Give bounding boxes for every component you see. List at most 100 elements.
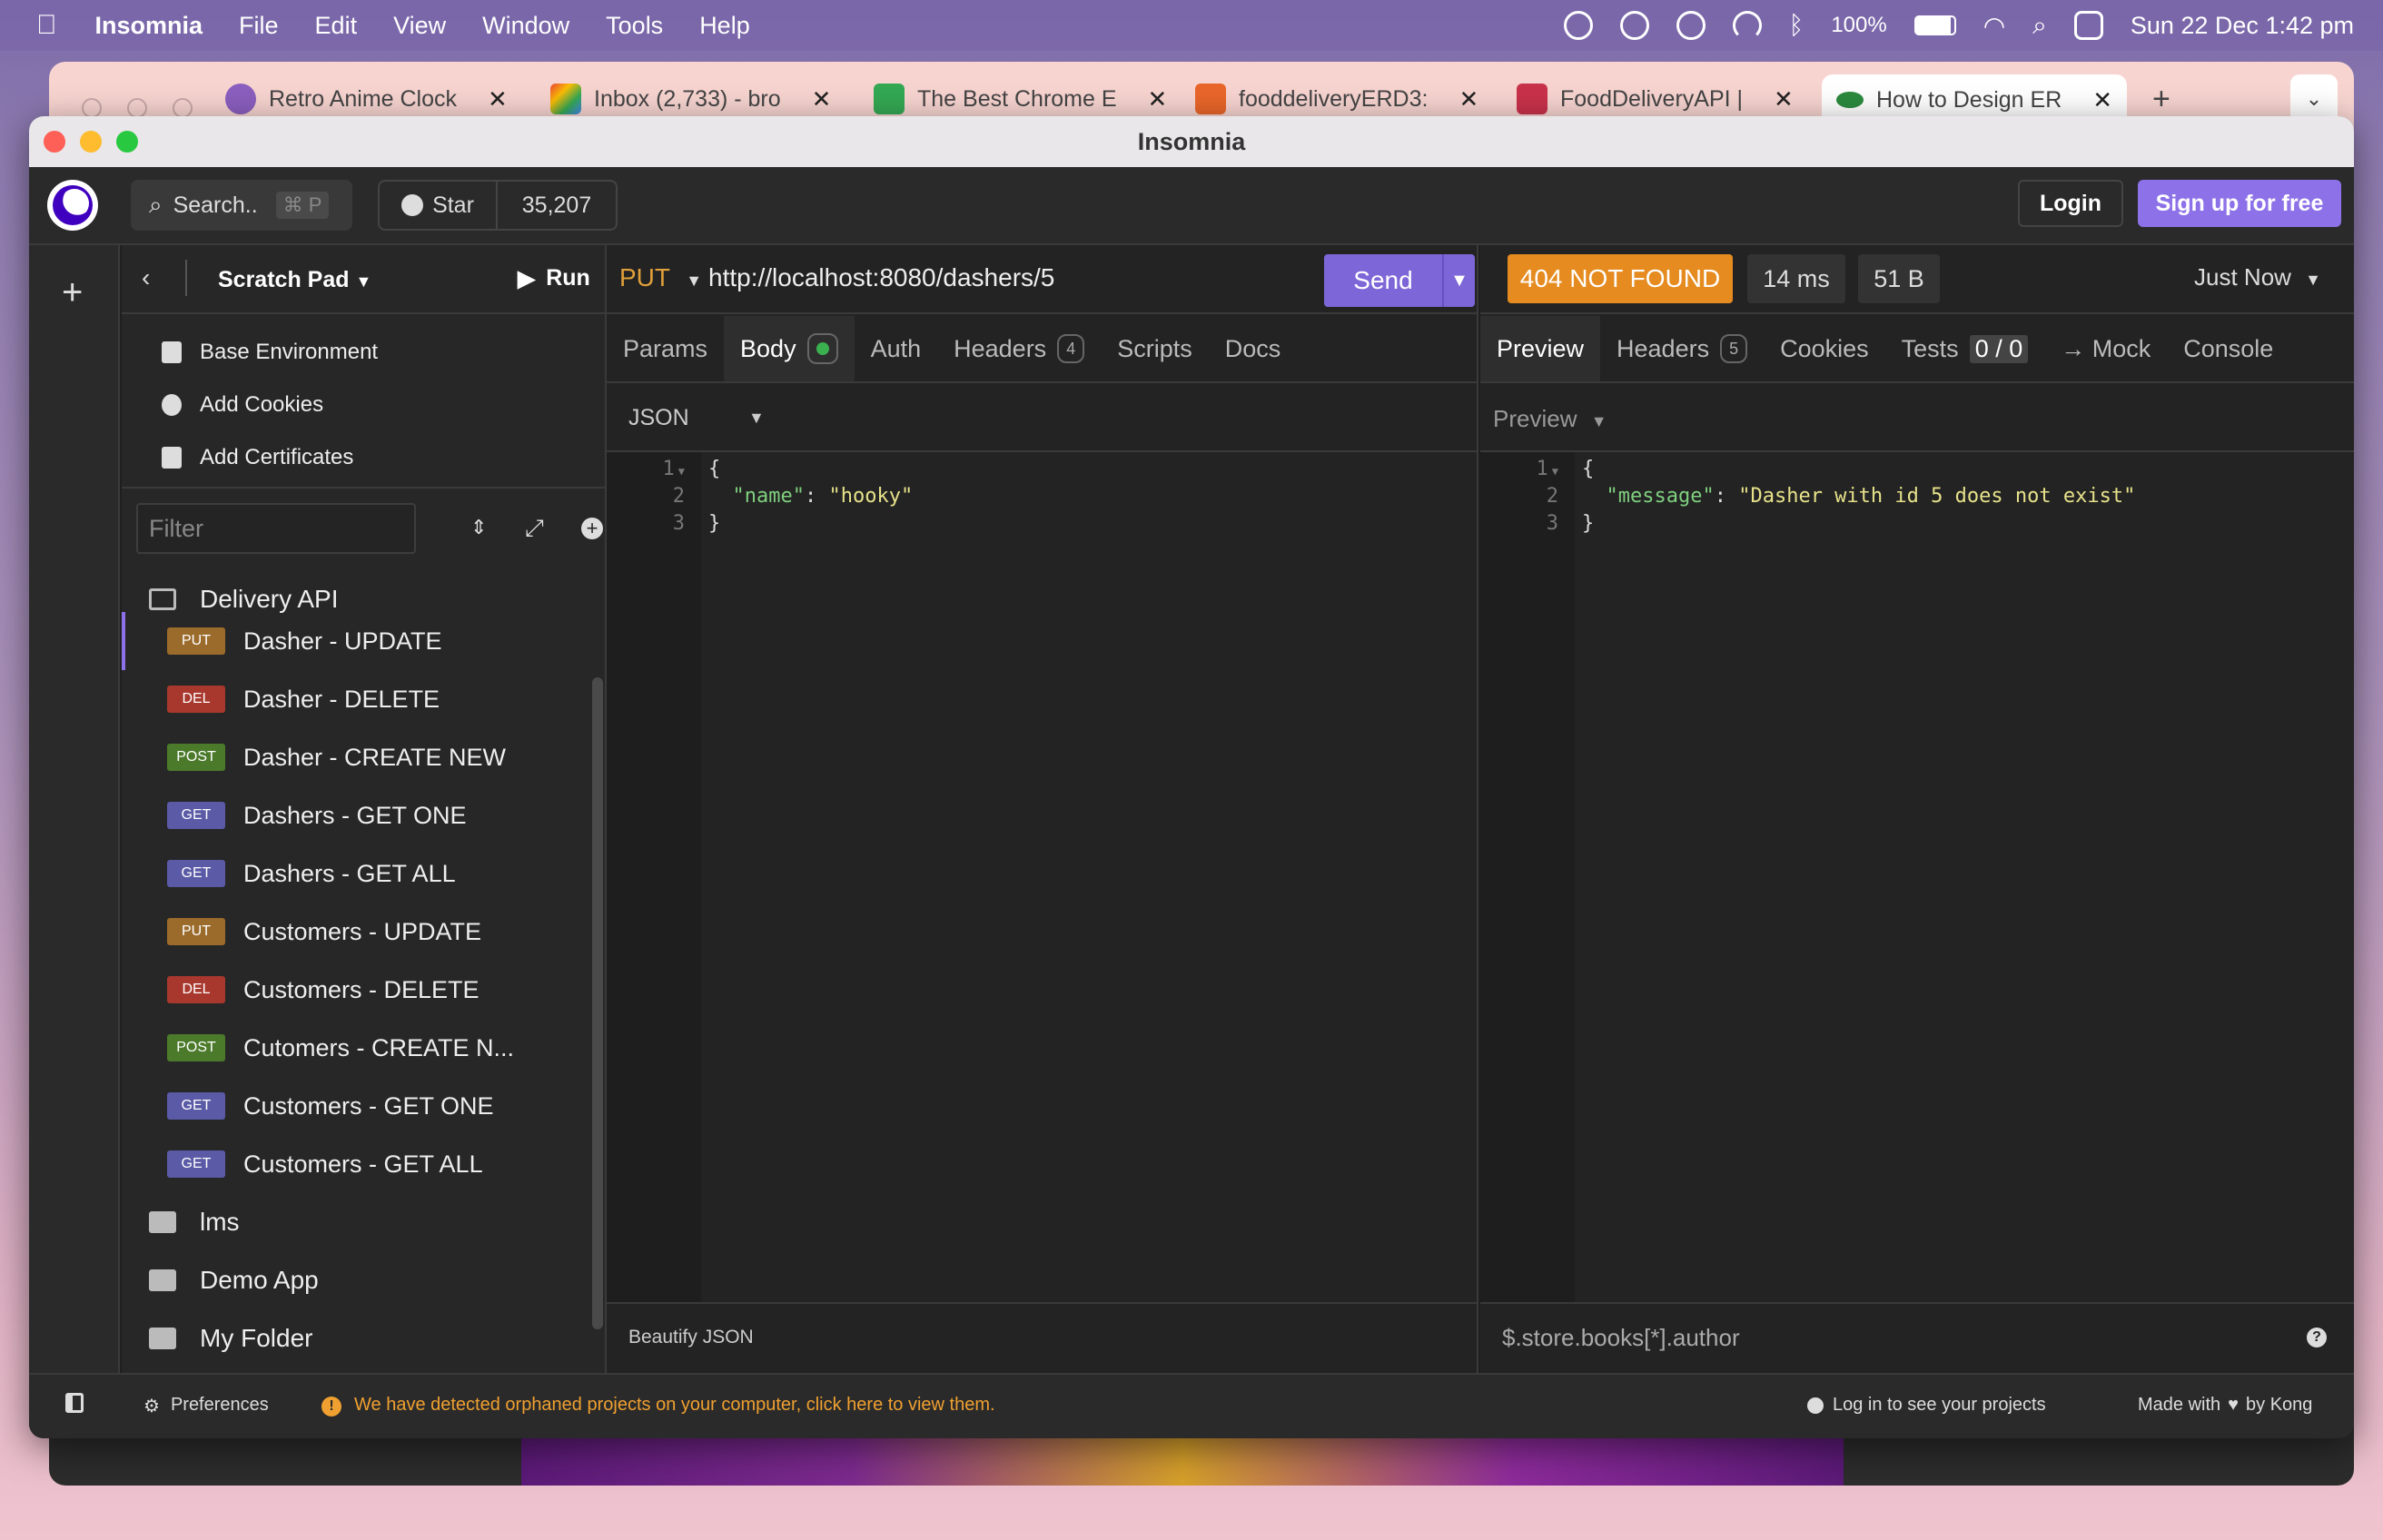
request-item[interactable]: POST Cutomers - CREATE N...	[167, 1030, 514, 1066]
insomnia-logo-icon[interactable]	[47, 180, 98, 231]
folder-demo-app[interactable]: Demo App	[149, 1262, 319, 1298]
spotlight-icon[interactable]: ⌕	[2032, 11, 2047, 41]
add-request-icon[interactable]: +	[581, 518, 603, 539]
made-with-kong[interactable]: Made with ♥ by Kong	[2138, 1395, 2312, 1416]
request-item[interactable]: POST Dasher - CREATE NEW	[167, 739, 506, 775]
zoom-window-icon[interactable]	[116, 131, 138, 153]
tab-console[interactable]: Console	[2167, 316, 2289, 381]
cookie-icon	[162, 394, 182, 416]
folder-lms[interactable]: lms	[149, 1204, 240, 1240]
fold-chevron-icon[interactable]: ▼	[678, 465, 685, 478]
close-tab-icon[interactable]: ✕	[1774, 85, 1794, 114]
orphaned-projects-warning[interactable]: ! We have detected orphaned projects on y…	[321, 1395, 995, 1417]
request-item[interactable]: GET Dashers - GET ALL	[167, 855, 456, 892]
send-button[interactable]: Send	[1324, 254, 1442, 307]
certificate-icon	[162, 447, 182, 469]
tab-docs[interactable]: Docs	[1209, 316, 1298, 381]
close-tab-icon[interactable]: ✕	[1458, 85, 1478, 114]
tab-tests[interactable]: Tests 0 / 0	[1885, 316, 2045, 381]
tab-params[interactable]: Params	[607, 316, 724, 381]
send-options-chevron-icon[interactable]: ▼	[1442, 254, 1475, 307]
menubar-clock[interactable]: Sun 22 Dec 1:42 pm	[2131, 12, 2354, 40]
preferences-button[interactable]: ⚙ Preferences	[143, 1395, 269, 1417]
preview-mode-dropdown[interactable]: Preview ▼	[1493, 405, 1607, 433]
line-number: 2	[1546, 485, 1558, 508]
wifi-icon[interactable]: ◠	[1983, 11, 2005, 41]
tab-auth[interactable]: Auth	[855, 316, 938, 381]
help-icon[interactable]: ?	[2307, 1328, 2327, 1348]
battery-icon[interactable]	[1913, 15, 1956, 35]
sidebar-scrollbar[interactable]	[592, 677, 603, 1329]
run-button[interactable]: ▶ Run	[518, 265, 590, 292]
chevron-down-icon[interactable]: ▼	[748, 409, 765, 428]
github-star-button[interactable]: Star 35,207	[378, 180, 618, 231]
fold-chevron-icon[interactable]: ▼	[1552, 465, 1558, 478]
request-item[interactable]: DEL Dasher - DELETE	[167, 681, 440, 717]
base-environment-link[interactable]: Base Environment	[162, 340, 378, 365]
json-value: "hooky"	[828, 485, 914, 508]
tab-response-headers[interactable]: Headers 5	[1600, 316, 1764, 381]
response-filter-input[interactable]: $.store.books[*].author	[1502, 1324, 1740, 1352]
tab-headers[interactable]: Headers 4	[937, 316, 1101, 381]
sort-icon[interactable]: ⇕	[470, 516, 487, 539]
create-project-icon[interactable]: +	[62, 272, 83, 313]
body-type-dropdown[interactable]: JSON	[628, 405, 689, 431]
login-prompt-button[interactable]: Log in to see your projects	[1807, 1395, 2046, 1416]
beautify-json-button[interactable]: Beautify JSON	[628, 1327, 754, 1348]
tab-label: Console	[2183, 334, 2274, 362]
history-dropdown[interactable]: Just Now ▼	[2194, 263, 2321, 291]
bluetooth-icon[interactable]: ᛒ	[1789, 11, 1805, 40]
airdrop-icon[interactable]	[1732, 11, 1762, 40]
menu-edit[interactable]: Edit	[315, 12, 358, 40]
link-label: Base Environment	[200, 340, 379, 364]
menu-view[interactable]: View	[393, 12, 446, 40]
expand-icon[interactable]: ⤢	[525, 514, 544, 543]
response-time: 14 ms	[1747, 254, 1845, 303]
request-item[interactable]: PUT Customers - UPDATE	[167, 913, 481, 950]
user-circle-icon[interactable]	[1676, 11, 1706, 40]
request-item[interactable]: DEL Customers - DELETE	[167, 972, 480, 1008]
response-body-viewer[interactable]: 1 ▼ 2 3 { "message": "Dasher with id 5 do…	[1480, 452, 2354, 1304]
filter-input[interactable]: Filter	[136, 503, 416, 554]
close-tab-icon[interactable]: ✕	[2092, 86, 2112, 114]
request-body-editor[interactable]: 1 ▼ 2 3 { "name": "hooky" }	[607, 452, 1477, 1304]
menu-help[interactable]: Help	[699, 12, 750, 40]
tab-scripts[interactable]: Scripts	[1101, 316, 1209, 381]
minimize-window-icon[interactable]	[80, 131, 102, 153]
tab-cookies[interactable]: Cookies	[1764, 316, 1885, 381]
close-tab-icon[interactable]: ✕	[1148, 85, 1168, 114]
close-window-icon[interactable]	[44, 131, 65, 153]
search-button[interactable]: ⌕ Search.. ⌘ P	[131, 180, 352, 231]
signup-button[interactable]: Sign up for free	[2138, 180, 2341, 227]
menu-file[interactable]: File	[239, 12, 279, 40]
play-icon[interactable]	[1619, 11, 1649, 40]
login-button[interactable]: Login	[2018, 180, 2123, 227]
request-item[interactable]: PUT Dasher - UPDATE	[167, 623, 442, 659]
line-number: 1	[662, 458, 675, 480]
project-dropdown[interactable]: Scratch Pad ▼	[218, 267, 371, 293]
back-chevron-icon[interactable]: ‹	[142, 263, 150, 292]
close-tab-icon[interactable]: ✕	[488, 85, 508, 114]
menu-window[interactable]: Window	[482, 12, 569, 40]
url-input[interactable]: http://localhost:8080/dashers/5	[708, 263, 1054, 292]
toggle-sidebar-icon[interactable]	[65, 1393, 84, 1413]
menu-tools[interactable]: Tools	[606, 12, 663, 40]
control-center-icon[interactable]	[2073, 11, 2103, 40]
macos-menubar:  Insomnia File Edit View Window Tools H…	[0, 0, 2383, 51]
add-cookies-link[interactable]: Add Cookies	[162, 392, 323, 418]
menubar-app-name[interactable]: Insomnia	[95, 12, 203, 40]
request-item[interactable]: GET Dashers - GET ONE	[167, 797, 467, 834]
apple-icon[interactable]: 	[36, 10, 57, 41]
method-dropdown[interactable]: PUT ▼	[619, 263, 702, 292]
request-item[interactable]: GET Customers - GET ALL	[167, 1146, 483, 1182]
line-number: 1	[1536, 458, 1548, 480]
tab-preview[interactable]: Preview	[1480, 316, 1601, 381]
tab-mock[interactable]: → Mock	[2044, 316, 2167, 381]
close-tab-icon[interactable]: ✕	[812, 85, 832, 114]
grammarly-icon[interactable]	[1563, 11, 1593, 40]
tab-body[interactable]: Body	[724, 316, 855, 381]
add-certificates-link[interactable]: Add Certificates	[162, 445, 353, 470]
folder-my-folder[interactable]: My Folder	[149, 1320, 312, 1357]
request-item[interactable]: GET Customers - GET ONE	[167, 1088, 494, 1124]
folder-delivery-api[interactable]: Delivery API	[149, 581, 339, 617]
